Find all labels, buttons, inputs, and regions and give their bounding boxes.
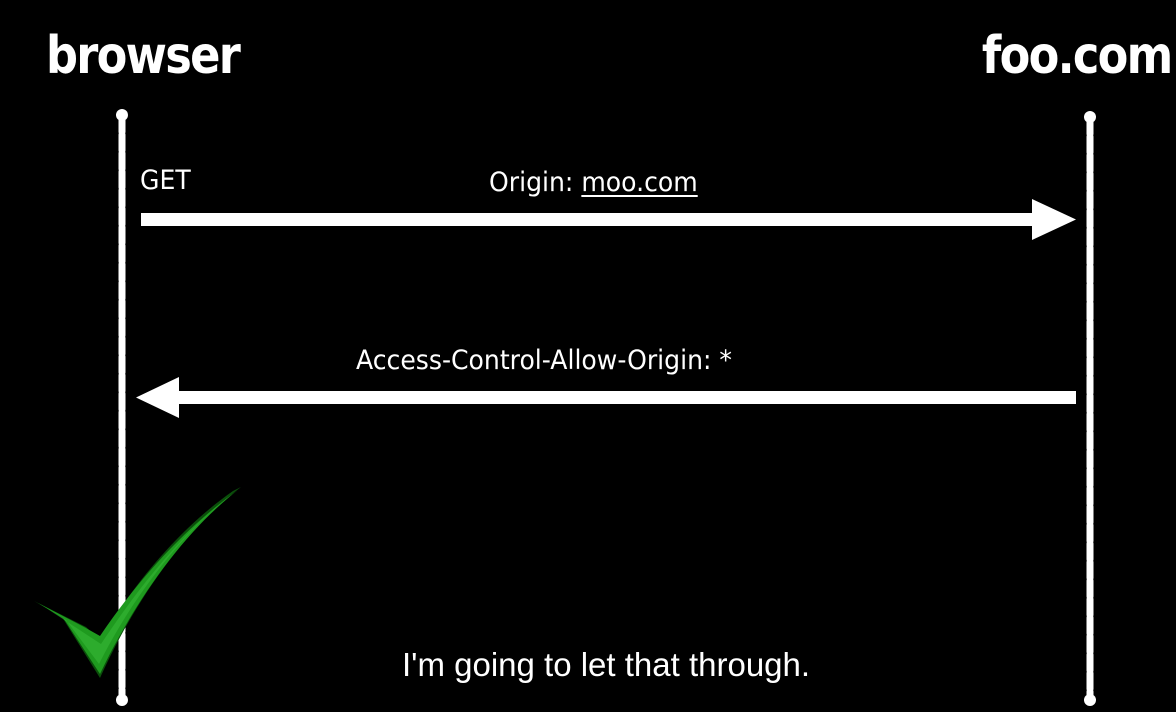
origin-header-name: Origin: [489, 167, 582, 198]
origin-header-value: moo.com [581, 167, 698, 198]
request-origin-header: Origin: moo.com [489, 166, 698, 200]
response-arrow [136, 377, 1076, 418]
lifeline-foo-com [1084, 111, 1096, 706]
response-acao-header: Access-Control-Allow-Origin: * [356, 345, 732, 376]
caption-text: I'm going to let that through. [402, 646, 811, 683]
checkmark-icon [34, 487, 241, 678]
request-arrow [141, 199, 1076, 240]
request-method-label: GET [140, 165, 191, 196]
